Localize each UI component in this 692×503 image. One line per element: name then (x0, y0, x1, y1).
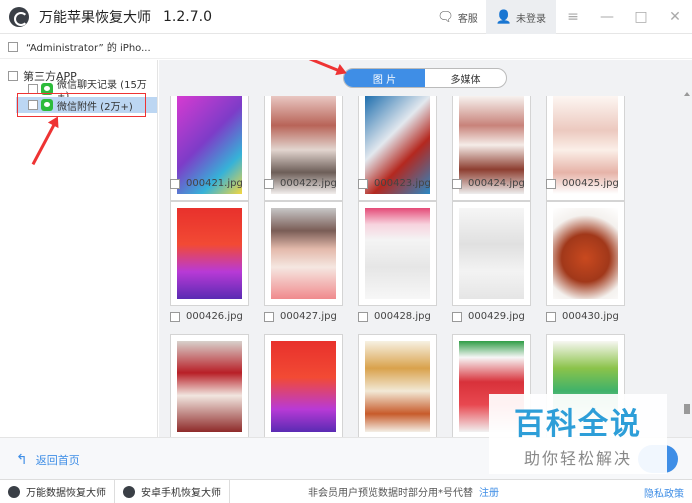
minimize-icon: — (600, 9, 614, 25)
status-bar: 万能数据恢复大师 安卓手机恢复大师 非会员用户预览数据时部分用*号代替 注册 隐… (0, 479, 692, 503)
thumbnail-checkbox[interactable] (452, 178, 462, 189)
tree-root-checkbox[interactable] (8, 71, 18, 81)
user-icon: 👤 (495, 9, 512, 25)
scrollbar-thumb[interactable] (684, 404, 690, 414)
status-link-label: 万能数据恢复大师 (26, 488, 106, 499)
maximize-button[interactable]: □ (624, 0, 658, 34)
thumbnail-checkbox[interactable] (546, 178, 556, 189)
chat-bubble-icon: 🗨 (437, 9, 454, 25)
thumbnail-caption: 000422.jpg (264, 178, 337, 189)
device-row: “Administrator” 的 iPho... (0, 35, 692, 59)
thumbnail-filename: 000422.jpg (280, 178, 337, 189)
status-link-android-recovery[interactable]: 安卓手机恢复大师 (115, 479, 230, 503)
privacy-policy-link[interactable]: 隐私政策 (644, 485, 684, 500)
watermark: 百科全说 助你轻松解决 (489, 394, 667, 474)
thumbnail-checkbox[interactable] (264, 178, 274, 189)
maximize-icon: □ (634, 9, 648, 25)
app-logo-icon (8, 485, 20, 498)
scroll-up-icon[interactable] (684, 92, 690, 96)
title-bar: 万能苹果恢复大师 1.2.7.0 🗨 客服 👤 未登录 ≡ — □ ✕ (0, 0, 692, 34)
app-version: 1.2.7.0 (163, 8, 212, 25)
status-link-label: 安卓手机恢复大师 (141, 488, 221, 499)
tab-images[interactable]: 图 片 (344, 69, 425, 87)
thumbnail-caption: 000425.jpg (546, 178, 619, 189)
thumbnail-caption: 000426.jpg (170, 311, 243, 322)
thumbnail-filename: 000427.jpg (280, 311, 337, 322)
annotation-highlight-box (17, 93, 146, 117)
annotation-arrow (31, 121, 57, 166)
support-button[interactable]: 🗨 客服 (429, 0, 486, 34)
thumbnail-checkbox[interactable] (170, 311, 180, 322)
back-home-label: 返回首页 (35, 454, 80, 467)
thumbnail-filename: 000430.jpg (562, 311, 619, 322)
device-label: “Administrator” 的 iPho... (26, 43, 151, 54)
thumbnail-image[interactable] (170, 334, 249, 437)
thumbnail-filename: 000425.jpg (562, 178, 619, 189)
status-link-data-recovery[interactable]: 万能数据恢复大师 (0, 479, 115, 503)
thumbnail-caption: 000430.jpg (546, 311, 619, 322)
back-home-button[interactable]: ↰ 返回首页 (16, 452, 80, 468)
app-logo-icon (9, 6, 29, 27)
thumbnail-image[interactable] (546, 201, 625, 306)
thumbnail-image[interactable] (358, 201, 437, 306)
menu-button[interactable]: ≡ (556, 0, 590, 34)
thumbnail-filename: 000426.jpg (186, 311, 243, 322)
thumbnail-filename: 000423.jpg (374, 178, 431, 189)
tab-multimedia[interactable]: 多媒体 (425, 69, 506, 87)
thumbnail-caption: 000429.jpg (452, 311, 525, 322)
close-icon: ✕ (669, 9, 681, 25)
main-gallery: 图 片 多媒体 000421.jpg 000422.jpg 000423.jpg… (159, 60, 692, 437)
thumbnail-filename: 000424.jpg (468, 178, 525, 189)
thumbnail-checkbox[interactable] (264, 311, 274, 322)
gallery-scrollbar[interactable] (682, 88, 692, 437)
device-checkbox[interactable] (8, 41, 18, 52)
minimize-button[interactable]: — (590, 0, 624, 34)
watermark-title: 百科全说 (514, 407, 642, 442)
thumbnail-image[interactable] (170, 201, 249, 306)
thumbnail-checkbox[interactable] (546, 311, 556, 322)
hamburger-icon: ≡ (567, 9, 579, 25)
register-link[interactable]: 注册 (479, 484, 499, 499)
thumbnail-caption: 000427.jpg (264, 311, 337, 322)
thumbnail-image[interactable] (264, 334, 343, 437)
support-label: 客服 (457, 13, 478, 25)
close-button[interactable]: ✕ (658, 0, 692, 34)
back-arrow-icon: ↰ (16, 452, 28, 468)
thumbnail-image[interactable] (358, 334, 437, 437)
thumbnail-checkbox[interactable] (452, 311, 462, 322)
sidebar: 第三方APP 微信聊天记录 (15万+) 微信附件 (2万+) (0, 60, 158, 437)
thumbnail-caption: 000421.jpg (170, 178, 243, 189)
thumbnail-image[interactable] (452, 201, 531, 306)
thumbnail-filename: 000421.jpg (186, 178, 243, 189)
thumbnail-filename: 000428.jpg (374, 311, 431, 322)
watermark-subtitle: 助你轻松解决 (523, 449, 632, 468)
app-logo-icon (123, 485, 135, 498)
thumbnail-filename: 000429.jpg (468, 311, 525, 322)
thumbnail-checkbox[interactable] (170, 178, 180, 189)
app-title: 万能苹果恢复大师 (39, 9, 151, 26)
annotation-arrow (308, 60, 342, 73)
thumbnail-caption: 000428.jpg (358, 311, 431, 322)
login-label: 未登录 (516, 13, 546, 25)
thumbnail-checkbox[interactable] (358, 178, 368, 189)
media-tabs: 图 片 多媒体 (343, 68, 507, 88)
thumbnail-caption: 000424.jpg (452, 178, 525, 189)
thumbnail-caption: 000423.jpg (358, 178, 431, 189)
login-button[interactable]: 👤 未登录 (485, 0, 556, 34)
thumbnail-checkbox[interactable] (358, 311, 368, 322)
thumbnail-image[interactable] (264, 201, 343, 306)
member-notice: 非会员用户预览数据时部分用*号代替 (308, 488, 473, 499)
